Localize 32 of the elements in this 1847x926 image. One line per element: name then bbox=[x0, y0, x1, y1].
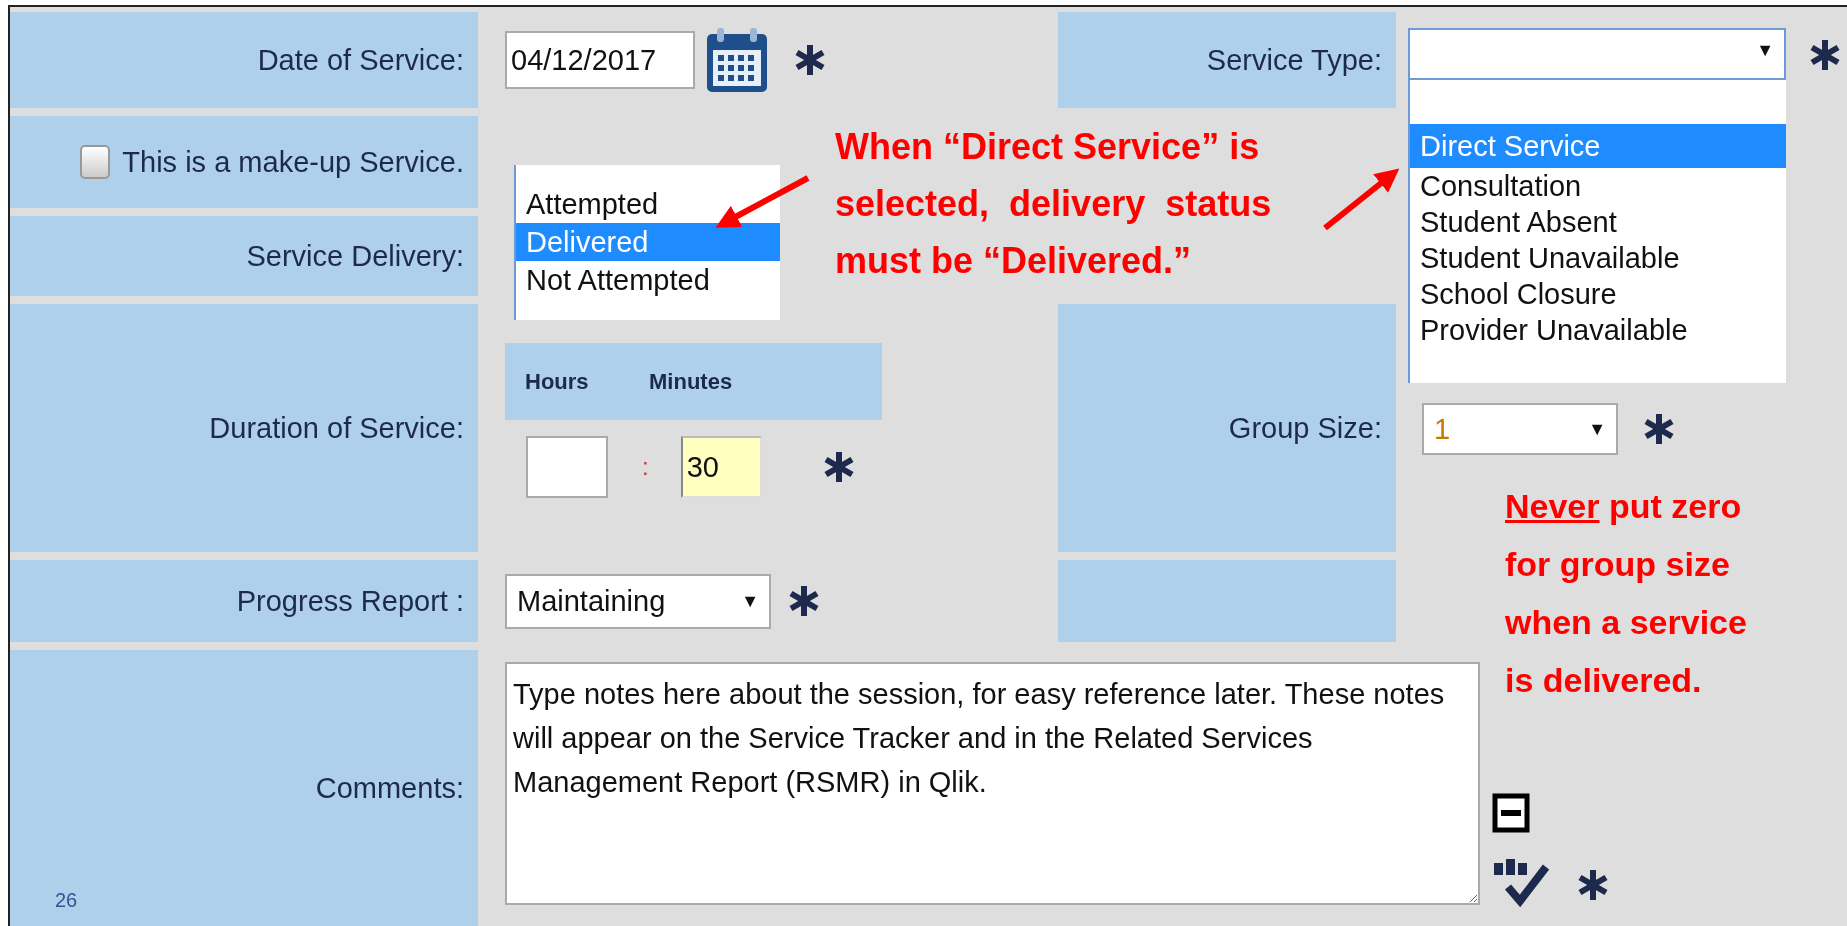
slide-number: 26 bbox=[55, 889, 78, 912]
field-label: Duration of Service: bbox=[209, 411, 464, 445]
field-label: Date of Service: bbox=[257, 43, 464, 77]
field-label: Service Type: bbox=[1206, 43, 1382, 77]
minutes-field[interactable]: 30 bbox=[680, 436, 762, 498]
separator: : bbox=[642, 453, 649, 481]
list-option[interactable]: Student Unavailable bbox=[1410, 240, 1786, 276]
checkbox-label: This is a make-up Service. bbox=[122, 145, 464, 179]
list-option[interactable]: Not Attempted bbox=[516, 261, 780, 299]
service-type-dropdown[interactable]: ▼ bbox=[1408, 28, 1786, 80]
checkbox[interactable] bbox=[80, 145, 111, 179]
list-option[interactable]: Provider Unavailable bbox=[1410, 312, 1786, 348]
list-option[interactable]: Student Absent bbox=[1410, 204, 1786, 240]
collapse-icon[interactable] bbox=[1492, 793, 1530, 833]
callout-text: When “Direct Service” is selected, delivery status must be “Delivered.” bbox=[835, 125, 1272, 283]
field-label: Progress Report : bbox=[236, 584, 464, 618]
date-field[interactable]: 04/12/2017 bbox=[505, 31, 695, 89]
calendar-icon[interactable] bbox=[705, 26, 769, 94]
list-option[interactable]: Attempted bbox=[516, 185, 780, 223]
column-label: Hours bbox=[525, 368, 590, 395]
list-option[interactable]: School Closure bbox=[1410, 276, 1786, 312]
progress-dropdown[interactable]: Maintaining ▼ bbox=[505, 573, 771, 629]
column-label: Minutes bbox=[649, 368, 733, 395]
hours-field[interactable] bbox=[526, 436, 608, 498]
group-size-dropdown[interactable]: 1 ▼ bbox=[1422, 403, 1618, 455]
delivery-listbox[interactable]: Attempted Delivered Not Attempted bbox=[514, 165, 780, 320]
field-label: Comments: bbox=[315, 771, 464, 805]
field-label: Service Delivery: bbox=[246, 239, 464, 273]
list-option[interactable]: Consultation bbox=[1410, 168, 1786, 204]
field-label: Group Size: bbox=[1228, 411, 1382, 445]
annotation-note: Never put zero for group size when a service is delivered. bbox=[1505, 486, 1748, 701]
comments-field[interactable]: Type notes here about the session, for easy reference later. These notes will appear on the Service Tracker and in the Related Services Management Report (RSMR) in Qlik. bbox=[505, 662, 1480, 905]
